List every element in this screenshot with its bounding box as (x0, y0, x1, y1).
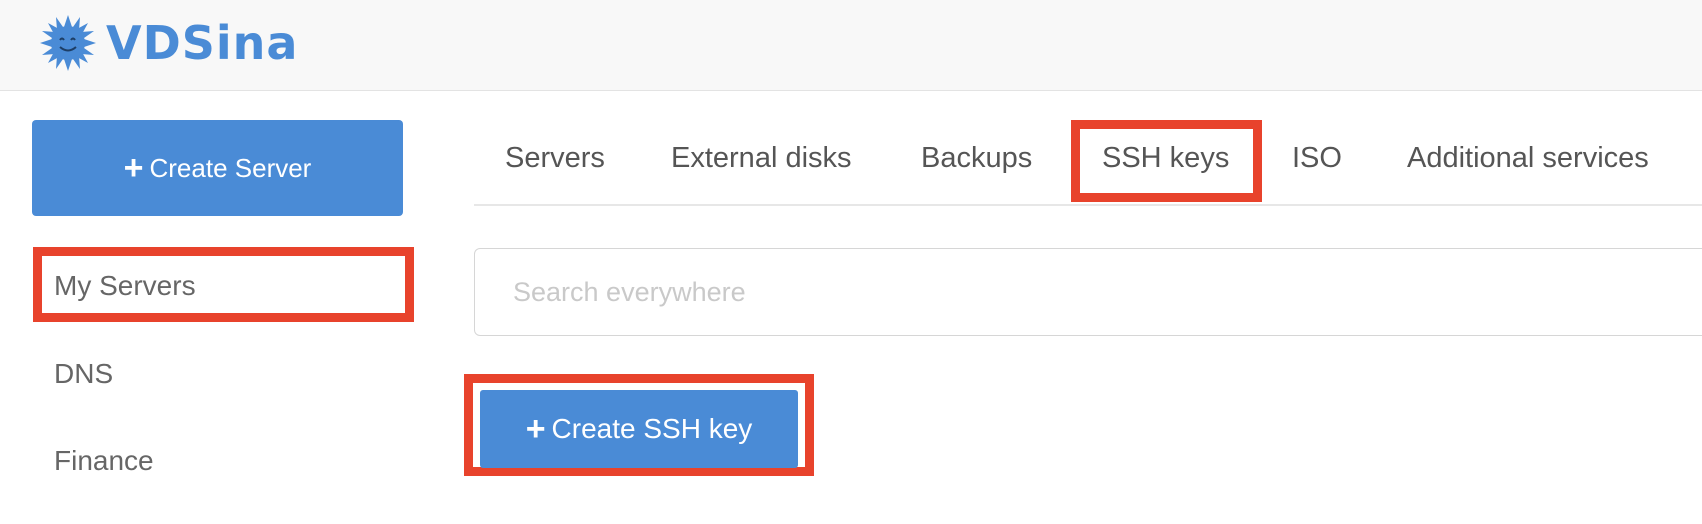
sidebar-item-label: My Servers (54, 270, 196, 301)
tab-label: Servers (505, 142, 605, 174)
create-server-label: Create Server (149, 152, 312, 183)
tab-bar: Servers External disks Backups SSH keys … (474, 92, 1702, 206)
top-header: VDSina (0, 0, 1702, 91)
sidebar-item-my-servers[interactable]: My Servers (54, 270, 196, 302)
sidebar-item-label: DNS (54, 358, 114, 389)
brand-name: VDSina (106, 16, 299, 70)
tab-label: Backups (921, 142, 1033, 174)
create-ssh-key-button[interactable]: + Create SSH key (480, 390, 798, 468)
sun-mascot-icon (40, 15, 96, 71)
sidebar-item-dns[interactable]: DNS (54, 358, 113, 390)
create-server-button[interactable]: + Create Server (32, 120, 403, 216)
tab-additional-services[interactable]: Additional services (1407, 142, 1649, 175)
brand-logo[interactable]: VDSina (40, 8, 298, 78)
tab-label: Additional services (1407, 142, 1649, 174)
search-input[interactable] (474, 248, 1702, 336)
sidebar: + Create Server My Servers DNS Finance (0, 92, 440, 524)
main-content: Servers External disks Backups SSH keys … (464, 92, 1702, 524)
sidebar-item-label: Finance (54, 445, 154, 476)
tab-servers[interactable]: Servers (505, 142, 605, 175)
tab-external-disks[interactable]: External disks (671, 142, 852, 175)
tab-iso[interactable]: ISO (1292, 142, 1342, 175)
sidebar-item-finance[interactable]: Finance (54, 445, 154, 477)
tab-label: SSH keys (1102, 142, 1230, 174)
tab-backups[interactable]: Backups (921, 142, 1032, 175)
tab-ssh-keys[interactable]: SSH keys (1102, 142, 1229, 175)
tab-label: ISO (1292, 142, 1342, 174)
plus-icon: + (525, 410, 546, 448)
plus-icon: + (123, 149, 144, 187)
create-ssh-key-label: Create SSH key (551, 413, 753, 444)
tab-label: External disks (671, 142, 852, 174)
